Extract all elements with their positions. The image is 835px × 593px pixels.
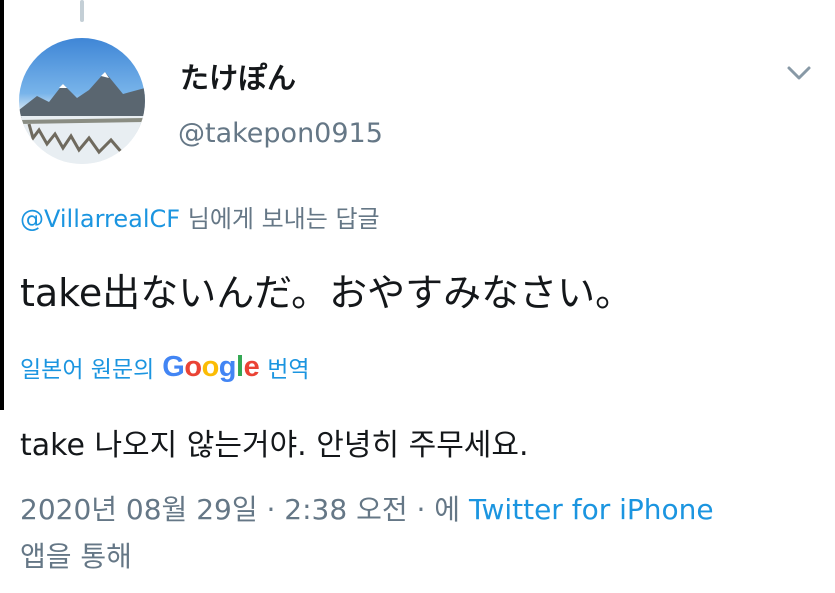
translate-prefix: 일본어 원문의 bbox=[20, 357, 155, 383]
translated-text: take 나오지 않는거야. 안녕히 주무세요. bbox=[20, 428, 529, 463]
reply-context: @VillarrealCF 님에게 보내는 답글 bbox=[20, 199, 380, 234]
tweet-metadata-tail: 앱을 통해 bbox=[20, 540, 132, 573]
translate-link[interactable]: 일본어 원문의 Google 번역 bbox=[20, 350, 310, 384]
user-handle[interactable]: @takepon0915 bbox=[178, 118, 383, 149]
reply-context-text: 님에게 보내는 답글 bbox=[187, 205, 380, 233]
tweet-metadata: 2020년 08월 29일 · 2:38 오전 · 에 Twitter for … bbox=[20, 488, 714, 528]
tweet-source-link[interactable]: Twitter for iPhone bbox=[469, 493, 714, 526]
google-logo: Google bbox=[162, 350, 260, 383]
tweet-timestamp[interactable]: 2020년 08월 29일 · 2:38 오전 · 에 bbox=[20, 493, 460, 526]
reply-mention-link[interactable]: @VillarrealCF bbox=[20, 205, 180, 233]
avatar[interactable] bbox=[19, 38, 145, 164]
chevron-down-icon[interactable] bbox=[784, 63, 814, 83]
translate-suffix: 번역 bbox=[267, 357, 310, 383]
display-name[interactable]: たけぽん bbox=[180, 55, 296, 97]
tweet-text: take出ないんだ。おやすみなさい。 bbox=[20, 271, 634, 315]
avatar-image bbox=[19, 72, 145, 164]
left-edge-bar bbox=[0, 0, 4, 410]
thread-connector-line bbox=[80, 0, 84, 22]
